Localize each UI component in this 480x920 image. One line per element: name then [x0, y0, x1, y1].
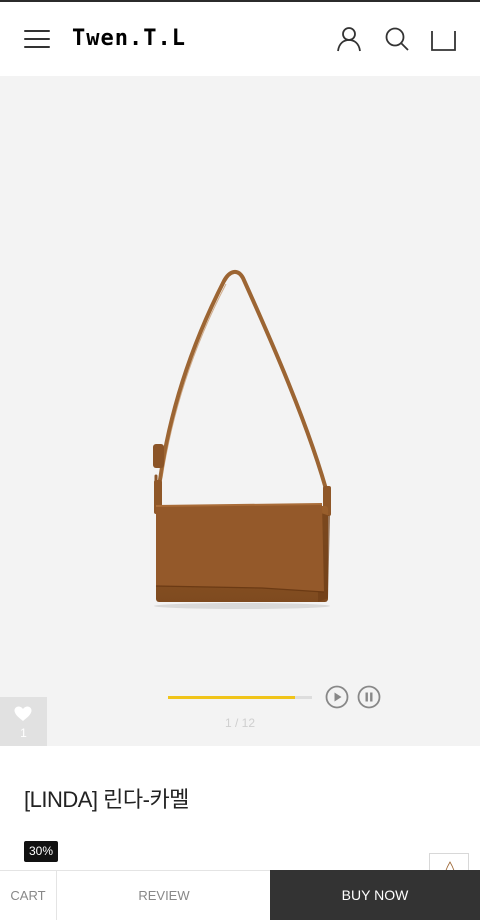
slide-progress-bar: [168, 696, 312, 699]
pause-icon[interactable]: [357, 685, 381, 709]
search-icon[interactable]: [384, 26, 410, 52]
product-image-gallery[interactable]: 1 / 12 1: [0, 76, 480, 746]
shopping-bag-icon[interactable]: [430, 26, 456, 52]
discount-badge: 30%: [24, 841, 59, 862]
header: Twen.T.L: [0, 2, 480, 76]
buy-now-button[interactable]: BUY NOW: [270, 870, 480, 920]
product-title: [LINDA] 린다-카멜: [24, 787, 189, 812]
menu-icon[interactable]: [24, 29, 50, 49]
slide-progress-fill: [168, 696, 295, 699]
user-icon[interactable]: [336, 26, 362, 52]
brand-logo[interactable]: Twen.T.L: [72, 26, 186, 51]
cart-button[interactable]: CART: [0, 871, 57, 920]
play-icon[interactable]: [325, 685, 349, 709]
like-count: 1: [20, 726, 27, 740]
slide-counter: 1 / 12: [224, 716, 256, 730]
heart-icon: [14, 706, 32, 721]
review-button[interactable]: REVIEW: [58, 871, 270, 920]
bottom-action-bar: CART REVIEW BUY NOW: [0, 870, 480, 920]
product-image: [153, 270, 331, 609]
wishlist-button[interactable]: 1: [0, 697, 47, 746]
